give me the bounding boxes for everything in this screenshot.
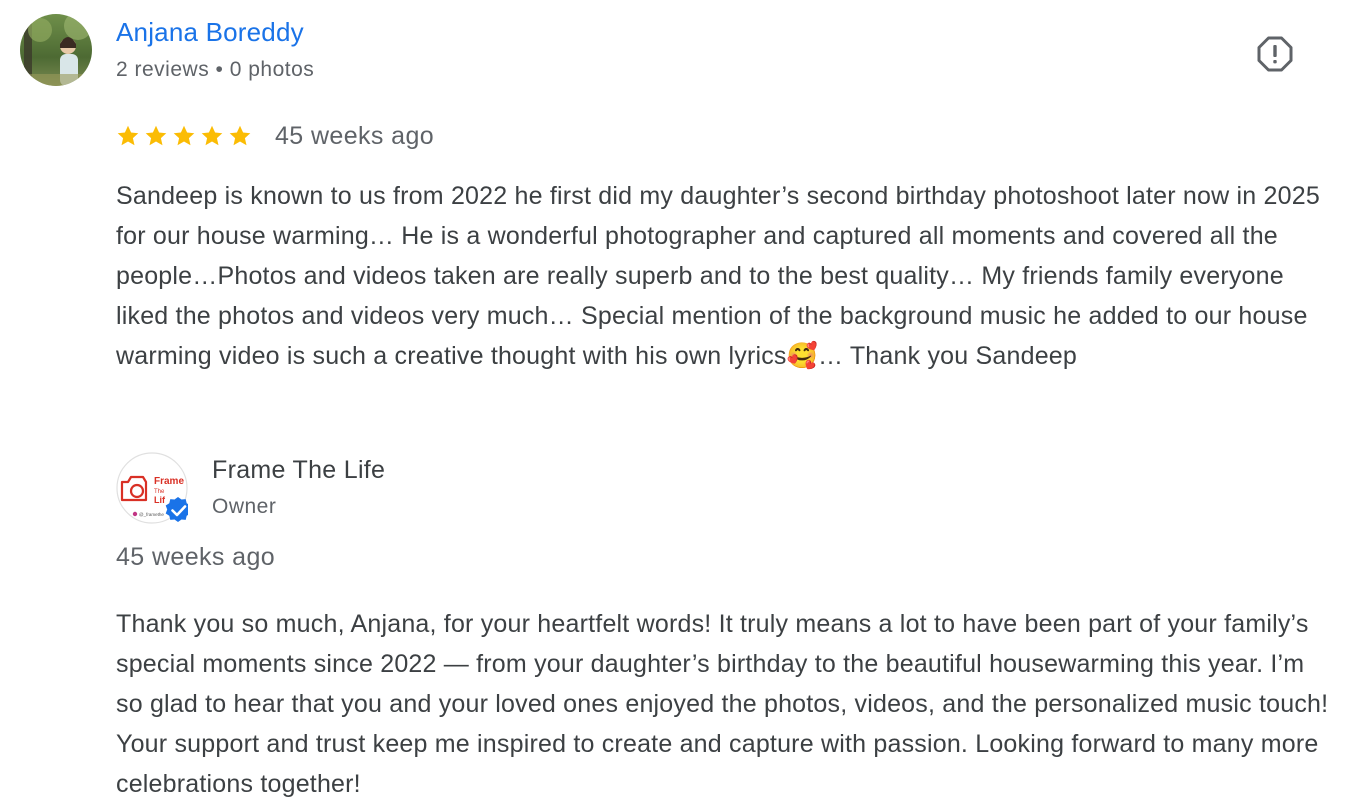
star-rating (116, 124, 252, 148)
report-icon[interactable] (1256, 35, 1294, 73)
owner-avatar[interactable]: Frame The Lif @_framethe (116, 452, 191, 524)
reply-date: 45 weeks ago (116, 543, 276, 571)
review-date: 45 weeks ago (275, 121, 435, 150)
rating-row: 45 weeks ago (116, 119, 434, 153)
star-icon (117, 125, 139, 146)
reviewer-avatar[interactable] (20, 14, 92, 86)
star-icon (173, 125, 195, 146)
star-icon (145, 125, 167, 146)
star-icon (201, 125, 223, 146)
review-text: Sandeep is known to us from 2022 he firs… (116, 182, 1320, 370)
owner-name: Frame The Life (212, 456, 386, 484)
star-icon (229, 125, 251, 146)
reviewer-name-link[interactable]: Anjana Boreddy (116, 17, 304, 48)
logo-text-line3: Lif (154, 495, 166, 505)
logo-text-line1: Frame (154, 476, 184, 487)
logo-handle: @_framethe (139, 512, 164, 517)
owner-role-label: Owner (212, 495, 277, 518)
reviewer-meta: 2 reviews • 0 photos (116, 58, 315, 81)
owner-reply-text: Thank you so much, Anjana, for your hear… (116, 610, 1329, 798)
reviewer-avatar-image (20, 14, 92, 86)
